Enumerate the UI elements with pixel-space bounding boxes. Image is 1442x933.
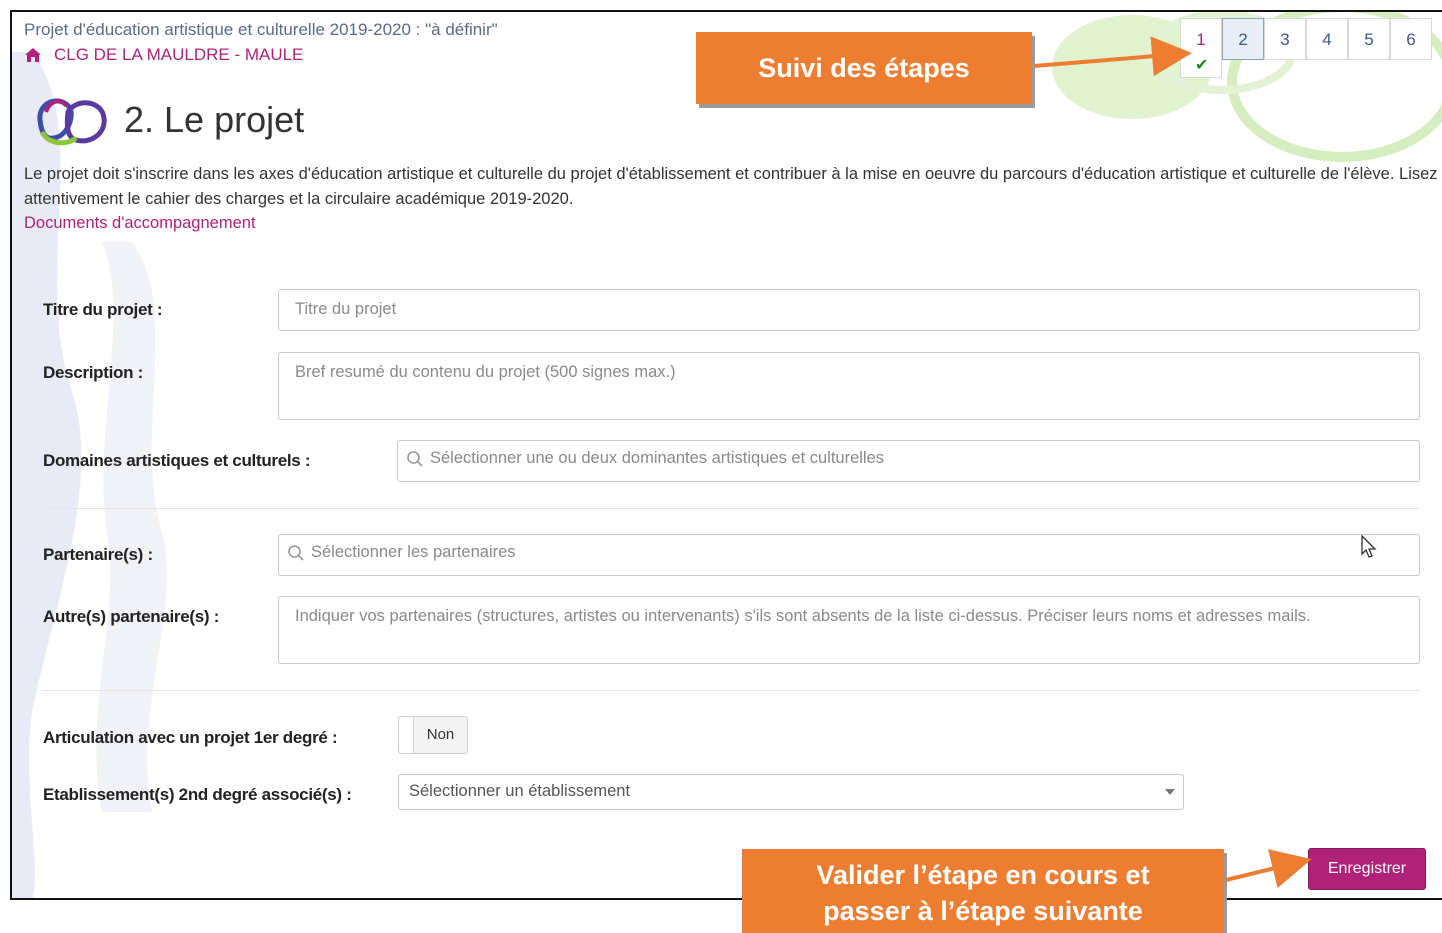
step-1[interactable]: 1 ✔	[1180, 18, 1222, 78]
check-icon: ✔	[1195, 57, 1209, 74]
step-3[interactable]: 3	[1264, 18, 1306, 60]
step-2[interactable]: 2	[1222, 18, 1264, 60]
project-logo-icon	[37, 98, 107, 146]
search-icon	[407, 450, 423, 467]
establishment-select[interactable]: Sélectionner un établissement	[398, 774, 1184, 810]
toggle-value: Non	[426, 726, 455, 743]
domains-select[interactable]: Sélectionner une ou deux dominantes arti…	[397, 440, 1420, 482]
domains-label: Domaines artistiques et culturels :	[43, 451, 311, 470]
other-partners-label: Autre(s) partenaire(s) :	[43, 607, 220, 626]
documents-link[interactable]: Documents d'accompagnement	[24, 214, 256, 233]
school-name: CLG DE LA MAULDRE - MAULE	[54, 45, 304, 64]
step-5[interactable]: 5	[1348, 18, 1390, 60]
divider	[42, 690, 1420, 691]
steps-callout: Suivi des étapes	[696, 32, 1032, 104]
description-label: Description :	[43, 363, 144, 382]
breadcrumb[interactable]: Projet d'éducation artistique et culture…	[24, 20, 498, 40]
chevron-down-icon	[1165, 789, 1175, 795]
page-title: 2. Le projet	[124, 99, 305, 140]
divider	[42, 508, 1420, 509]
page-frame: Projet d'éducation artistique et culture…	[10, 10, 1442, 900]
school-link[interactable]: CLG DE LA MAULDRE - MAULE	[24, 45, 303, 65]
step-tracker: 1 ✔ 2 3 4 5 6	[1180, 18, 1432, 78]
home-icon	[25, 48, 41, 62]
save-button[interactable]: Enregistrer	[1308, 848, 1426, 890]
page-header: 2. Le projet	[32, 92, 304, 148]
partners-label: Partenaire(s) :	[43, 545, 153, 564]
articulation-label: Articulation avec un projet 1er degré :	[43, 728, 338, 747]
validate-callout: Valider l’étape en cours et passer à l’é…	[742, 849, 1224, 933]
mouse-cursor-icon	[1361, 534, 1377, 558]
step-6[interactable]: 6	[1390, 18, 1432, 60]
toggle-knob	[399, 717, 414, 753]
search-icon	[288, 544, 304, 561]
description-textarea[interactable]: Bref resumé du contenu du projet (500 si…	[278, 352, 1420, 420]
step-4[interactable]: 4	[1306, 18, 1348, 60]
other-partners-textarea[interactable]: Indiquer vos partenaires (structures, ar…	[278, 596, 1420, 664]
title-input[interactable]: Titre du projet	[278, 289, 1420, 331]
partners-select[interactable]: Sélectionner les partenaires	[278, 534, 1420, 576]
title-label: Titre du projet :	[43, 300, 163, 319]
articulation-toggle[interactable]: Non	[398, 716, 468, 754]
establishment-label: Etablissement(s) 2nd degré associé(s) :	[43, 785, 352, 804]
intro-text: Le projet doit s'inscrire dans les axes …	[24, 165, 1438, 208]
